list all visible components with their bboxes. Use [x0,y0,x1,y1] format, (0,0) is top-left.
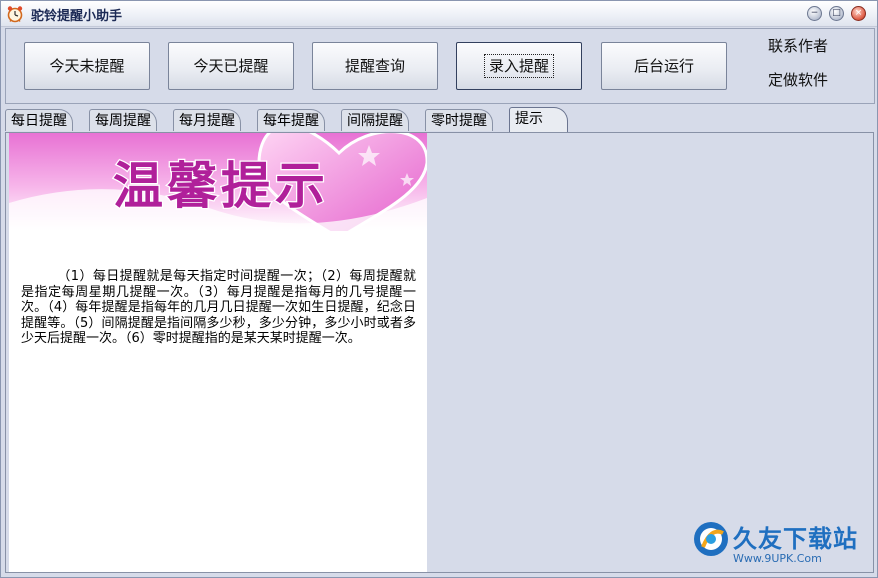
add-reminder-button[interactable]: 录入提醒 [456,42,582,90]
button-label: 录入提醒 [483,54,555,78]
title-bar[interactable]: 驼铃提醒小助手 − □ × [1,1,877,27]
today-not-reminded-button[interactable]: 今天未提醒 [24,42,150,90]
query-reminder-button[interactable]: 提醒查询 [312,42,438,90]
site-logo-icon [694,522,728,556]
tab-panel: 温馨提示 （1）每日提醒就是每天指定时间提醒一次；（2）每周提醒就是指定每周星期… [5,132,874,573]
tab-tips[interactable]: 提示 [509,107,568,132]
alarm-clock-icon [7,6,23,23]
site-watermark: 久友下载站 Www.9UPK.Com [691,519,871,569]
warm-tips-banner: 温馨提示 [9,133,427,231]
contact-author-link[interactable]: 联系作者 [768,35,828,56]
banner-title: 温馨提示 [113,156,329,215]
button-label: 提醒查询 [344,57,405,75]
tips-text: （1）每日提醒就是每天指定时间提醒一次；（2）每周提醒就是指定每周星期几提醒一次… [21,269,416,346]
tab-monthly[interactable]: 每月提醒 [173,109,241,131]
custom-software-link[interactable]: 定做软件 [768,69,828,90]
app-window: 驼铃提醒小助手 − □ × 今天未提醒 今天已提醒 提醒查询 录入提醒 后台运行… [0,0,878,578]
button-label: 今天已提醒 [193,57,269,75]
toolbar: 今天未提醒 今天已提醒 提醒查询 录入提醒 后台运行 联系作者 定做软件 [5,28,875,104]
close-button[interactable]: × [851,6,866,21]
tab-yearly[interactable]: 每年提醒 [257,109,325,131]
tab-weekly[interactable]: 每周提醒 [89,109,157,131]
maximize-button[interactable]: □ [829,6,844,21]
window-title: 驼铃提醒小助手 [31,9,123,24]
tab-one-time[interactable]: 零时提醒 [425,109,493,131]
run-in-background-button[interactable]: 后台运行 [601,42,727,90]
site-url: Www.9UPK.Com [733,552,822,565]
maximize-icon: □ [832,8,841,18]
minimize-icon: − [810,8,819,18]
site-name: 久友下载站 [733,525,858,553]
tips-content: 温馨提示 （1）每日提醒就是每天指定时间提醒一次；（2）每周提醒就是指定每周星期… [9,133,427,572]
minimize-button[interactable]: − [807,6,822,21]
close-icon: × [854,8,863,18]
tab-daily[interactable]: 每日提醒 [5,109,73,131]
today-reminded-button[interactable]: 今天已提醒 [168,42,294,90]
tab-interval[interactable]: 间隔提醒 [341,109,409,131]
button-label: 今天未提醒 [49,57,125,75]
button-label: 后台运行 [633,57,694,75]
